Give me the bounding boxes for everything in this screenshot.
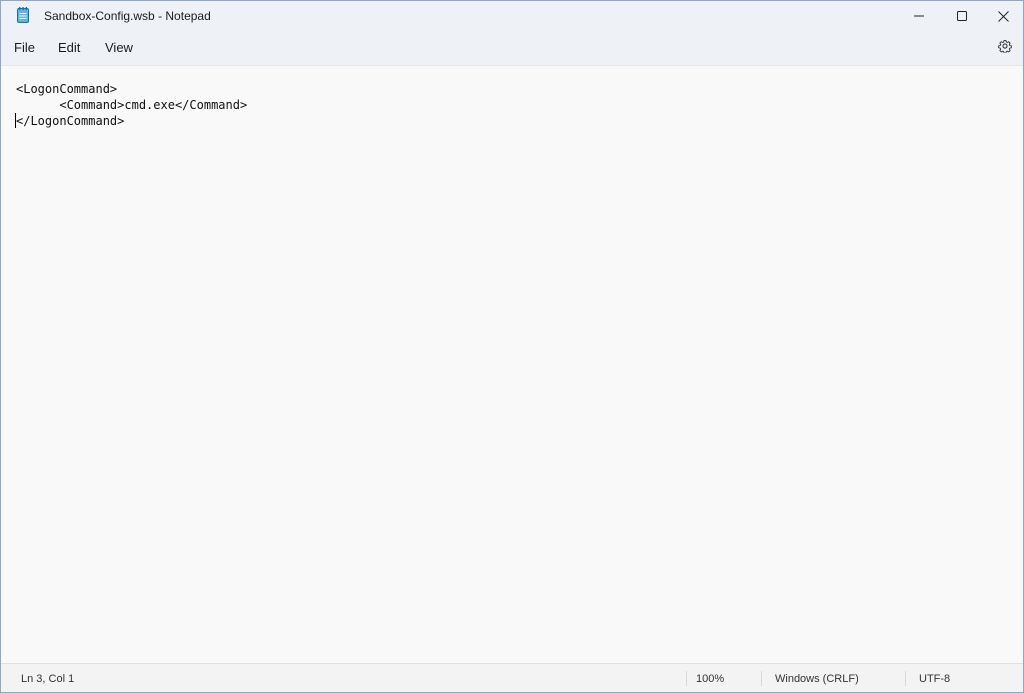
menu-file[interactable]: File <box>14 40 35 55</box>
status-bar: Ln 3, Col 1 100% Windows (CRLF) UTF-8 <box>1 663 1023 692</box>
title-bar[interactable]: Sandbox-Config.wsb - Notepad <box>1 1 1023 31</box>
cursor-position: Ln 3, Col 1 <box>21 673 75 685</box>
text-caret <box>15 113 16 128</box>
text-editor[interactable]: <LogonCommand> <Command>cmd.exe</Command… <box>1 66 1023 664</box>
editor-line: </LogonCommand> <box>16 114 125 128</box>
editor-content[interactable]: <LogonCommand> <Command>cmd.exe</Command… <box>16 81 247 129</box>
status-divider <box>761 671 762 686</box>
notepad-icon <box>17 7 29 23</box>
status-divider <box>905 671 906 686</box>
window-title: Sandbox-Config.wsb - Notepad <box>44 9 211 23</box>
menu-view[interactable]: View <box>105 40 133 55</box>
menu-edit[interactable]: Edit <box>58 40 80 55</box>
editor-line: <LogonCommand> <box>16 82 118 96</box>
minimize-button[interactable] <box>899 1 939 31</box>
minimize-icon <box>914 11 924 21</box>
maximize-icon <box>957 11 967 21</box>
close-button[interactable] <box>983 1 1023 31</box>
close-icon <box>997 10 1009 22</box>
editor-line: <Command>cmd.exe</Command> <box>16 98 248 112</box>
gear-icon <box>998 39 1012 58</box>
encoding[interactable]: UTF-8 <box>919 673 950 685</box>
status-divider <box>686 671 687 686</box>
maximize-button[interactable] <box>942 1 982 31</box>
notepad-window: Sandbox-Config.wsb - Notepad File Edit V… <box>0 0 1024 693</box>
zoom-level[interactable]: 100% <box>696 673 724 685</box>
line-ending[interactable]: Windows (CRLF) <box>775 673 859 685</box>
settings-button[interactable] <box>995 38 1015 58</box>
menu-bar: File Edit View <box>1 31 1023 66</box>
